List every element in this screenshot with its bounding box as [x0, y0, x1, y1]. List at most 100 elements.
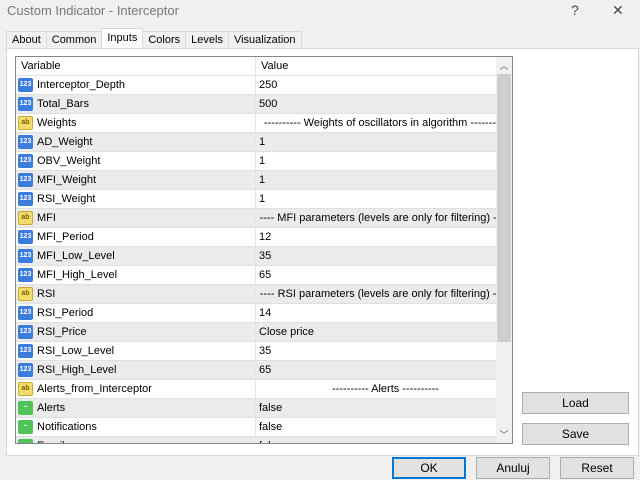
variable-cell: ~ Alerts	[16, 399, 256, 417]
variable-cell: ab RSI	[16, 285, 256, 303]
table-row[interactable]: ab Weights ---------- Weights of oscillato…	[16, 114, 512, 133]
integer-icon: 123	[18, 249, 33, 263]
variable-cell: 123 RSI_Weight	[16, 190, 256, 208]
value-cell[interactable]: 1	[256, 190, 512, 208]
value-cell[interactable]: 65	[256, 361, 512, 379]
table-row[interactable]: ~ Alerts false	[16, 399, 512, 418]
variable-name: RSI_High_Level	[37, 364, 117, 376]
header-variable[interactable]: Variable	[16, 57, 256, 75]
value-cell[interactable]: ---------- Weights of oscillators in alg…	[256, 114, 512, 132]
variable-cell: 123 RSI_Price	[16, 323, 256, 341]
help-button[interactable]: ?	[571, 2, 579, 18]
table-row[interactable]: 123 RSI_Low_Level 35	[16, 342, 512, 361]
table-row[interactable]: 123 MFI_Weight 1	[16, 171, 512, 190]
value-cell[interactable]: false	[256, 418, 512, 436]
variable-name: MFI_Low_Level	[37, 250, 115, 262]
variable-cell: ~ Email	[16, 437, 256, 443]
tab-common[interactable]: Common	[45, 31, 103, 48]
inputs-table: Variable Value 123 Interceptor_Depth 250 12…	[15, 56, 513, 444]
string-icon: ab	[18, 116, 33, 130]
value-cell[interactable]: 35	[256, 247, 512, 265]
table-row[interactable]: 123 Interceptor_Depth 250	[16, 76, 512, 95]
scroll-thumb[interactable]	[497, 74, 511, 342]
value-cell[interactable]: 14	[256, 304, 512, 322]
integer-icon: 123	[18, 154, 33, 168]
table-row[interactable]: ~ Email false	[16, 437, 512, 443]
header-value[interactable]: Value	[256, 57, 512, 75]
close-button[interactable]: ✕	[612, 2, 624, 19]
tab-colors[interactable]: Colors	[142, 31, 187, 48]
integer-icon: 123	[18, 173, 33, 187]
table-row[interactable]: 123 Total_Bars 500	[16, 95, 512, 114]
table-row[interactable]: ab RSI ---- RSI parameters (levels are onl…	[16, 285, 512, 304]
scroll-up-icon[interactable]: ︿	[496, 59, 512, 72]
tab-inputs[interactable]: Inputs	[101, 28, 144, 48]
vertical-scrollbar[interactable]: ︿ ﹀	[496, 57, 512, 443]
variable-name: MFI_High_Level	[37, 269, 118, 281]
table-row[interactable]: ab Alerts_from_Interceptor ---------- Aler…	[16, 380, 512, 399]
table-row[interactable]: ~ Notifications false	[16, 418, 512, 437]
table-row[interactable]: 123 RSI_Price Close price	[16, 323, 512, 342]
value-cell[interactable]: 12	[256, 228, 512, 246]
value-cell[interactable]: ---- MFI parameters (levels are only for…	[256, 209, 512, 227]
cancel-button[interactable]: Anuluj	[476, 457, 550, 479]
ok-button[interactable]: OK	[392, 457, 466, 479]
table-row[interactable]: 123 RSI_High_Level 65	[16, 361, 512, 380]
integer-icon: 123	[18, 325, 33, 339]
variable-name: Email	[37, 437, 65, 443]
value-cell[interactable]: 35	[256, 342, 512, 360]
table-header: Variable Value	[16, 57, 512, 76]
variable-name: Alerts	[37, 402, 66, 414]
string-icon: ab	[18, 287, 33, 301]
integer-icon: 123	[18, 192, 33, 206]
variable-name: RSI_Price	[37, 326, 87, 338]
scroll-down-icon[interactable]: ﹀	[496, 428, 512, 441]
save-button[interactable]: Save	[522, 423, 629, 445]
value-cell[interactable]: Close price	[256, 323, 512, 341]
reset-button[interactable]: Reset	[560, 457, 634, 479]
string-icon: ab	[18, 382, 33, 396]
variable-name: RSI_Period	[37, 307, 94, 319]
table-row[interactable]: 123 MFI_Low_Level 35	[16, 247, 512, 266]
integer-icon: 123	[18, 344, 33, 358]
value-cell[interactable]: 65	[256, 266, 512, 284]
table-row[interactable]: 123 MFI_High_Level 65	[16, 266, 512, 285]
value-cell[interactable]: ---- RSI parameters (levels are only for…	[256, 285, 512, 303]
variable-cell: ab Alerts_from_Interceptor	[16, 380, 256, 398]
boolean-icon: ~	[18, 439, 33, 443]
table-row[interactable]: ab MFI ---- MFI parameters (levels are onl…	[16, 209, 512, 228]
table-row[interactable]: 123 MFI_Period 12	[16, 228, 512, 247]
integer-icon: 123	[18, 306, 33, 320]
variable-cell: 123 MFI_Period	[16, 228, 256, 246]
integer-icon: 123	[18, 135, 33, 149]
tab-levels[interactable]: Levels	[185, 31, 229, 48]
table-row[interactable]: 123 AD_Weight 1	[16, 133, 512, 152]
value-cell[interactable]: 1	[256, 171, 512, 189]
tab-about[interactable]: About	[6, 31, 47, 48]
value-cell[interactable]: false	[256, 399, 512, 417]
variable-name: Weights	[37, 117, 77, 129]
variable-name: Interceptor_Depth	[37, 79, 126, 91]
value-cell[interactable]: 250	[256, 76, 512, 94]
tab-bar: About Common Inputs Colors Levels Visual…	[6, 28, 302, 48]
value-cell[interactable]: 1	[256, 133, 512, 151]
variable-name: Total_Bars	[37, 98, 89, 110]
value-cell[interactable]: 500	[256, 95, 512, 113]
variable-cell: 123 MFI_High_Level	[16, 266, 256, 284]
variable-cell: 123 AD_Weight	[16, 133, 256, 151]
tab-visualization[interactable]: Visualization	[227, 31, 302, 48]
value-cell[interactable]: 1	[256, 152, 512, 170]
value-cell[interactable]: ---------- Alerts ----------	[256, 380, 512, 398]
string-icon: ab	[18, 211, 33, 225]
table-row[interactable]: 123 RSI_Period 14	[16, 304, 512, 323]
table-row[interactable]: 123 RSI_Weight 1	[16, 190, 512, 209]
value-cell[interactable]: false	[256, 437, 512, 443]
variable-name: MFI	[37, 212, 56, 224]
variable-cell: 123 Interceptor_Depth	[16, 76, 256, 94]
integer-icon: 123	[18, 363, 33, 377]
integer-icon: 123	[18, 78, 33, 92]
load-button[interactable]: Load	[522, 392, 629, 414]
boolean-icon: ~	[18, 420, 33, 434]
table-row[interactable]: 123 OBV_Weight 1	[16, 152, 512, 171]
variable-cell: ~ Notifications	[16, 418, 256, 436]
